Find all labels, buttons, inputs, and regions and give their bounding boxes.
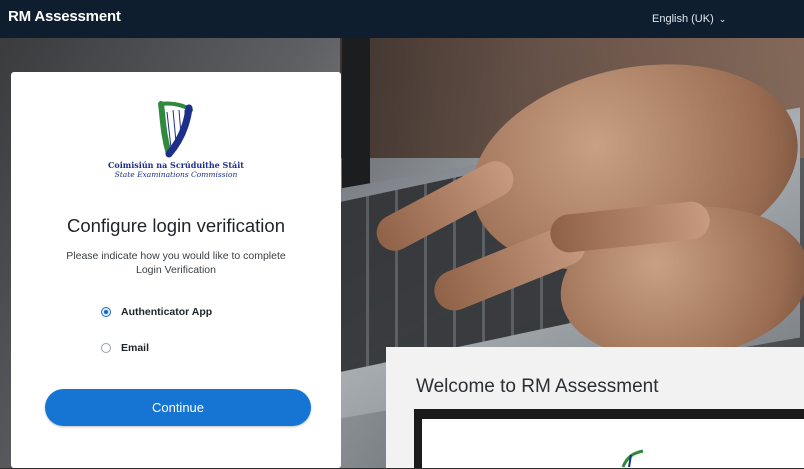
app-title: RM Assessment <box>8 8 121 25</box>
harp-logo-icon <box>158 101 193 158</box>
option-authenticator-app[interactable]: Authenticator App <box>101 304 212 320</box>
instructions-text: Please indicate how you would like to co… <box>66 250 286 276</box>
harp-logo-icon <box>621 449 644 468</box>
welcome-title: Welcome to RM Assessment <box>416 376 659 397</box>
page-title: Configure login verification <box>66 215 285 236</box>
language-label: English (UK) <box>652 13 714 25</box>
language-selector[interactable]: English (UK) ⌄ <box>652 13 726 25</box>
welcome-preview-content <box>422 419 804 468</box>
radio-email[interactable] <box>101 343 111 353</box>
option-label: Email <box>121 342 150 354</box>
option-label: Authenticator App <box>121 306 213 318</box>
organisation-logo: Coimisiún na Scrúduithe Stáit State Exam… <box>11 98 341 179</box>
welcome-panel: Welcome to RM Assessment <box>386 347 804 468</box>
chevron-down-icon: ⌄ <box>718 14 727 24</box>
organisation-name-english: State Examinations Commission <box>114 170 238 179</box>
login-verification-card: Coimisiún na Scrúduithe Stáit State Exam… <box>11 72 341 468</box>
welcome-preview-frame <box>414 409 804 468</box>
top-bar: RM Assessment English (UK) ⌄ <box>0 0 804 38</box>
laptop-screen-edge <box>342 38 370 198</box>
radio-authenticator-app[interactable] <box>101 307 111 317</box>
continue-button[interactable]: Continue <box>45 389 311 426</box>
organisation-name-irish: Coimisiún na Scrúduithe Stáit <box>108 160 244 170</box>
option-email[interactable]: Email <box>101 340 149 356</box>
